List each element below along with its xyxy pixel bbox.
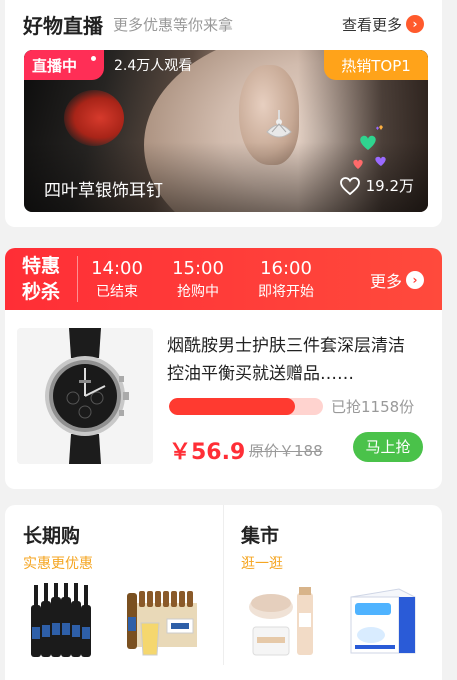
buy-now-button[interactable]: 马上抢	[353, 432, 423, 462]
time-slot-1500[interactable]: 15:00 抢购中	[158, 258, 238, 302]
flash-product-title[interactable]: 烟酰胺男士护肤三件套深层清洁控油平衡买就送赠品……	[167, 332, 417, 388]
chevron-right-icon: ›	[406, 271, 424, 289]
like-count[interactable]: 19.2万	[339, 175, 414, 196]
slot-status: 即将开始	[258, 284, 314, 300]
viewer-count: 2.4万人观看	[114, 58, 193, 74]
time-slot-1600[interactable]: 16:00 即将开始	[246, 258, 326, 302]
live-product-name: 四叶草银饰耳钉	[44, 181, 163, 201]
floating-hearts-icon	[353, 125, 386, 169]
like-count-label: 19.2万	[365, 177, 414, 195]
grabbed-count: 已抢1158份	[331, 398, 415, 416]
cosmetics-image[interactable]	[245, 583, 331, 659]
flash-sale-title-line2: 秒杀	[21, 281, 60, 303]
live-badge: 直播中	[24, 50, 104, 80]
category-section: 长期购 实惠更优惠 集市 逛一逛	[5, 505, 442, 680]
stream-image-lips	[64, 90, 124, 146]
see-more-link[interactable]: 查看更多 ›	[342, 14, 424, 35]
slot-time: 16:00	[260, 258, 312, 279]
live-header: 好物直播 更多优惠等你来拿 查看更多 ›	[23, 10, 424, 38]
chevron-right-icon: ›	[406, 15, 424, 33]
flash-sale-section: 特惠 秒杀 14:00 已结束 15:00 抢购中 16:00 即将开始 更多 …	[5, 248, 442, 489]
category-subtitle-long-term: 实惠更优惠	[23, 556, 93, 572]
slot-time: 15:00	[172, 258, 224, 279]
category-subtitle-market: 逛一逛	[241, 556, 283, 572]
divider	[223, 505, 224, 665]
section-title: 好物直播	[23, 13, 103, 38]
category-title-long-term[interactable]: 长期购	[23, 521, 80, 548]
section-subtitle: 更多优惠等你来拿	[113, 15, 234, 34]
live-section: 好物直播 更多优惠等你来拿 查看更多 › 直播中 2.4万人观看 热销TOP1	[5, 0, 442, 227]
sale-price: ￥56.9	[169, 440, 246, 465]
milk-box-image[interactable]	[341, 583, 427, 659]
live-stream-card[interactable]: 直播中 2.4万人观看 热销TOP1 四叶草银饰耳钉 19.2万	[24, 50, 428, 212]
live-badge-label: 直播中	[32, 56, 78, 75]
wine-bottles-image[interactable]	[27, 583, 113, 659]
see-more-label: 查看更多	[341, 15, 402, 34]
flash-more-label: 更多	[369, 272, 402, 291]
slot-status: 已结束	[96, 284, 138, 300]
earring-image	[266, 110, 292, 138]
flash-sale-title: 特惠 秒杀	[5, 248, 77, 310]
sale-progress-fill	[169, 398, 296, 415]
category-title-market[interactable]: 集市	[241, 521, 279, 548]
sale-progress-bar	[169, 398, 323, 415]
original-price: 原价￥188	[249, 442, 323, 460]
live-dot-icon	[91, 56, 96, 61]
slot-time: 14:00	[91, 258, 143, 279]
hot-badge: 热销TOP1	[324, 50, 428, 80]
watch-product-image[interactable]	[17, 328, 153, 464]
slot-status: 抢购中	[177, 284, 219, 300]
flash-sale-header: 特惠 秒杀 14:00 已结束 15:00 抢购中 16:00 即将开始 更多 …	[5, 248, 442, 310]
time-slot-1400[interactable]: 14:00 已结束	[77, 258, 157, 302]
flash-sale-title-line1: 特惠	[21, 255, 60, 277]
beer-pack-image[interactable]	[123, 583, 209, 659]
heart-icon	[339, 176, 360, 195]
flash-more-link[interactable]: 更多 ›	[370, 268, 424, 292]
